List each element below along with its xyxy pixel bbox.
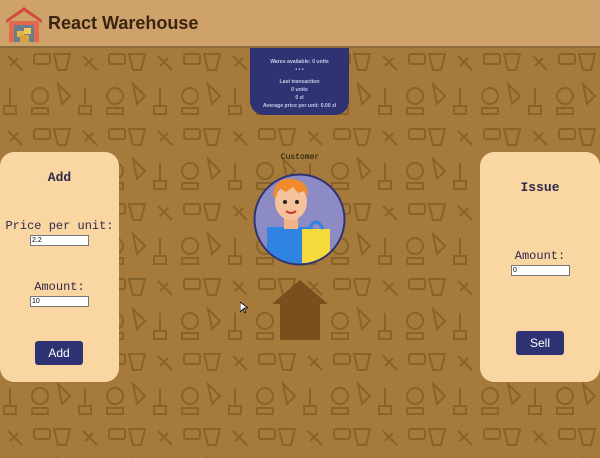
average-price-text: Average price per unit: 0.00 zl — [262, 103, 337, 109]
customer-avatar-icon — [253, 173, 346, 266]
last-transaction-units: 0 units — [291, 87, 308, 93]
issue-panel: Issue Amount: 0 Sell — [480, 152, 600, 382]
amount-label: Amount: — [34, 280, 85, 294]
mouse-cursor-icon — [240, 302, 248, 314]
warehouse-icon — [6, 7, 42, 42]
price-per-unit-label: Price per unit: — [5, 219, 114, 233]
add-amount-input[interactable]: 10 — [30, 296, 89, 307]
stats-dots: • • • — [295, 67, 304, 73]
add-panel: Add Price per unit: 2.2 Amount: 10 Add — [0, 152, 119, 382]
last-transaction-heading: Last transaction — [279, 79, 320, 85]
add-panel-title: Add — [47, 170, 72, 185]
app-title: React Warehouse — [48, 13, 199, 33]
last-transaction-zl: 0 zl — [295, 95, 304, 101]
issue-amount-input[interactable]: 0 — [511, 265, 570, 276]
add-button[interactable]: Add — [35, 341, 83, 365]
issue-amount-label: Amount: — [514, 249, 566, 263]
app-header: React Warehouse — [0, 0, 600, 48]
price-per-unit-input[interactable]: 2.2 — [30, 235, 89, 246]
house-icon — [272, 280, 328, 340]
warehouse-stats-panel: Wares available: 0 units • • • Last tran… — [250, 48, 349, 115]
customer-label: Customer — [280, 153, 320, 162]
issue-panel-title: Issue — [520, 180, 560, 195]
sell-button[interactable]: Sell — [516, 331, 564, 355]
wares-available-text: Wares available: 0 units — [270, 59, 329, 65]
